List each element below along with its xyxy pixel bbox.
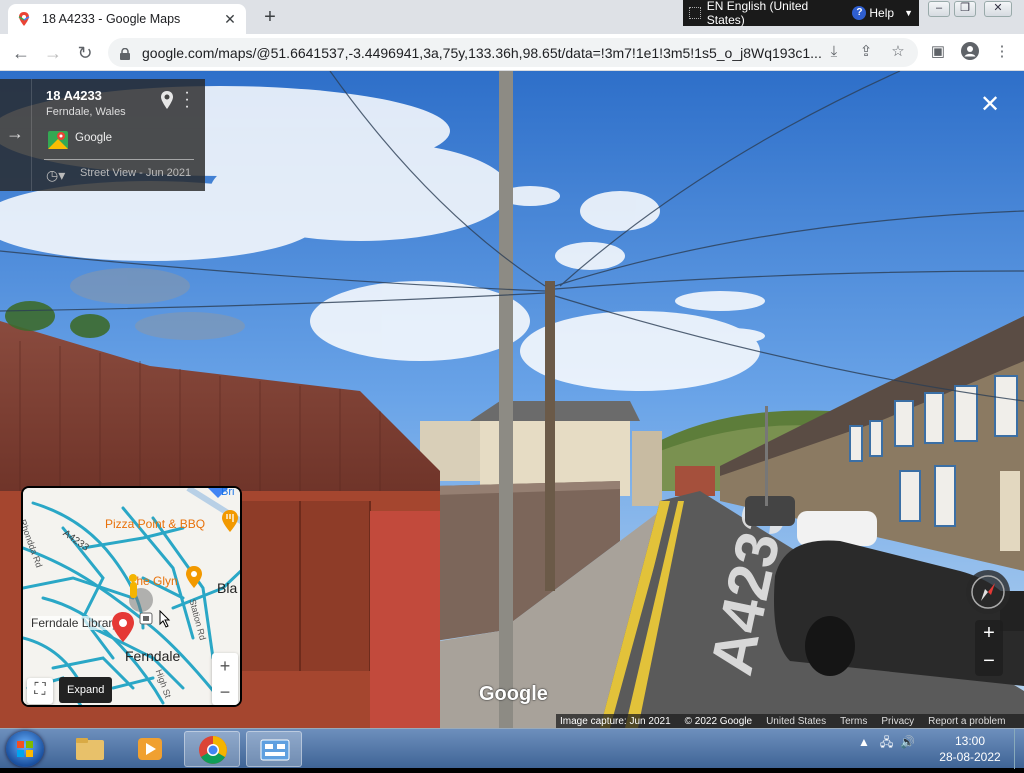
terms-link[interactable]: Terms xyxy=(840,716,867,727)
help-icon: ? xyxy=(852,6,867,20)
windows-logo-icon xyxy=(17,741,33,757)
control-panel-icon xyxy=(260,739,290,761)
more-options-icon[interactable]: · · · xyxy=(183,85,191,115)
map-label-bla: Bla xyxy=(217,580,238,596)
close-window-button[interactable]: ✕ xyxy=(984,1,1012,17)
help-label: Help xyxy=(869,6,895,20)
sidepanel-icon[interactable]: ▣ xyxy=(928,42,948,62)
minimap-zoom-control: + − xyxy=(212,653,238,705)
location-locality: Ferndale, Wales xyxy=(46,106,126,118)
url-text[interactable]: google.com/maps/@51.6641537,-3.4496941,3… xyxy=(142,45,918,61)
minimap-zoom-out-button[interactable]: − xyxy=(212,679,238,705)
contributor-name[interactable]: Google xyxy=(75,132,112,144)
tab-close-icon[interactable]: ✕ xyxy=(222,11,238,28)
map-label-library[interactable]: Ferndale Library xyxy=(31,616,119,630)
minimap-zoom-in-button[interactable]: + xyxy=(212,653,238,679)
time-travel-icon[interactable]: ◷▾ xyxy=(46,167,65,184)
reload-icon[interactable]: ↻ xyxy=(72,40,98,66)
media-player-icon xyxy=(138,738,162,760)
forward-icon[interactable]: → xyxy=(40,40,66,66)
menu-icon[interactable]: ⋮ xyxy=(992,42,1012,62)
map-pin-icon[interactable] xyxy=(160,91,174,109)
attribution-footer: Image capture: Jun 2021 © 2022 Google Un… xyxy=(556,714,1024,728)
clock-date: 28-08-2022 xyxy=(939,750,1001,764)
tab-title: 18 A4233 - Google Maps xyxy=(42,12,181,26)
map-label-bri: Bri xyxy=(221,486,235,498)
privacy-link[interactable]: Privacy xyxy=(881,716,914,727)
star-icon[interactable]: ☆ xyxy=(888,42,908,62)
browser-toolbar: ← → ↻ google.com/maps/@51.6641537,-3.449… xyxy=(0,34,1024,71)
help-button[interactable]: ? Help xyxy=(852,6,894,20)
country-link[interactable]: United States xyxy=(766,716,826,727)
taskbar: ▲ 🖧 🔊 13:00 28-08-2022 xyxy=(0,728,1024,769)
report-problem-link[interactable]: Report a problem xyxy=(928,716,1005,727)
google-maps-icon xyxy=(48,131,68,154)
address-bar[interactable]: google.com/maps/@51.6641537,-3.4496941,3… xyxy=(108,38,918,67)
network-icon[interactable]: 🖧 xyxy=(880,735,893,749)
lock-icon[interactable] xyxy=(120,47,130,60)
browser-tab[interactable]: 18 A4233 - Google Maps ✕ xyxy=(8,4,246,34)
compass-control[interactable] xyxy=(966,570,1010,614)
language-bar[interactable]: EN English (United States) ? Help ▼ xyxy=(683,0,919,27)
zoom-in-button[interactable]: + xyxy=(975,620,1003,648)
expand-tooltip: Expand xyxy=(59,677,113,703)
system-tray: ▲ 🖧 🔊 xyxy=(858,733,915,754)
close-street-view-icon[interactable]: ✕ xyxy=(978,90,1002,119)
share-icon[interactable]: ⇪ xyxy=(856,42,876,62)
map-label-ferndale: Ferndale xyxy=(125,648,181,664)
street-view-date: Street View - Jun 2021 xyxy=(80,167,192,179)
arrow-right-icon: → xyxy=(6,123,24,143)
zoom-control: + − xyxy=(975,620,1003,676)
expand-map-button[interactable]: ⛶ xyxy=(27,678,53,704)
new-tab-button[interactable]: + xyxy=(258,6,282,30)
taskbar-clock[interactable]: 13:00 28-08-2022 xyxy=(930,733,1010,765)
chrome-icon xyxy=(199,736,227,764)
compass-icon xyxy=(971,575,1005,609)
start-button[interactable] xyxy=(6,731,44,767)
collapse-panel-button[interactable]: → xyxy=(0,79,32,191)
image-capture-date: Image capture: Jun 2021 xyxy=(560,715,671,727)
folder-icon xyxy=(76,738,104,760)
divider xyxy=(44,159,194,160)
location-address: 18 A4233 xyxy=(46,88,102,103)
chevron-down-icon[interactable]: ▼ xyxy=(904,8,913,18)
location-info-card: → 18 A4233 Ferndale, Wales · · · Google ◷▾… xyxy=(0,79,205,191)
show-desktop-button[interactable] xyxy=(1014,729,1024,769)
install-icon[interactable]: ⤓ xyxy=(824,42,844,62)
show-hidden-icons-icon[interactable]: ▲ xyxy=(858,735,870,749)
chrome-taskbar-button[interactable] xyxy=(184,731,240,767)
language-label[interactable]: EN English (United States) xyxy=(707,0,847,27)
profile-icon[interactable] xyxy=(960,42,980,62)
clock-time: 13:00 xyxy=(954,734,986,748)
google-logo: Google xyxy=(479,683,548,705)
back-icon[interactable]: ← xyxy=(8,40,34,66)
minimap[interactable]: Pizza Point & BBQ The Glyn Bla Bri Fernd… xyxy=(21,486,242,707)
file-explorer-taskbar-button[interactable] xyxy=(62,731,118,767)
minimize-button[interactable]: ‒ xyxy=(928,1,950,17)
restore-button[interactable]: ❐ xyxy=(954,1,976,17)
copyright-text: © 2022 Google xyxy=(684,715,753,727)
map-label-pizza[interactable]: Pizza Point & BBQ xyxy=(105,517,205,531)
keyboard-icon xyxy=(689,7,701,19)
media-player-taskbar-button[interactable] xyxy=(122,731,178,767)
google-maps-favicon xyxy=(16,11,32,27)
tab-bar: 18 A4233 - Google Maps ✕ + EN English (U… xyxy=(0,0,1024,34)
zoom-out-button[interactable]: − xyxy=(975,648,1003,676)
volume-icon[interactable]: 🔊 xyxy=(900,735,915,749)
control-panel-taskbar-button[interactable] xyxy=(246,731,302,767)
